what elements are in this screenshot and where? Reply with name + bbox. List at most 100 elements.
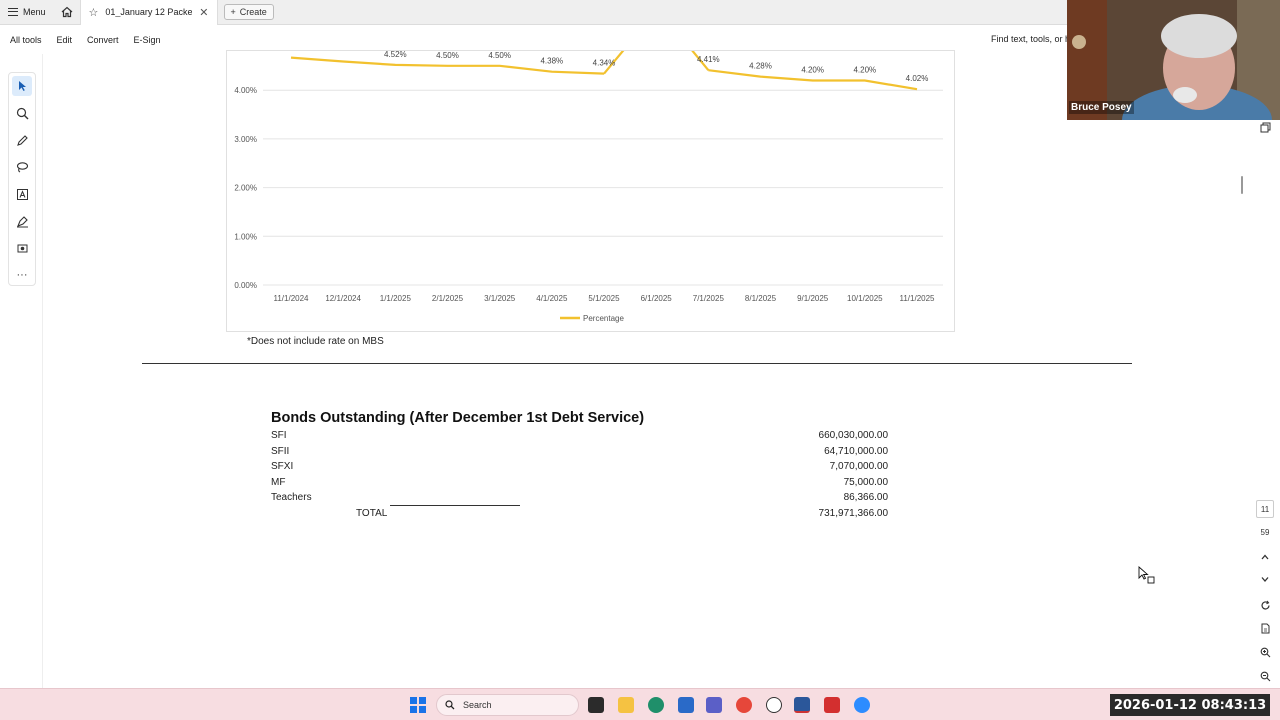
participant-video[interactable]: Bruce Posey	[1067, 0, 1280, 120]
home-icon	[61, 6, 72, 18]
teams-icon[interactable]	[706, 697, 722, 713]
edit-button[interactable]: Edit	[57, 35, 73, 45]
search-label: Search	[463, 700, 492, 710]
select-tool-button[interactable]	[12, 76, 32, 96]
bond-amount: 660,030,000.00	[818, 430, 889, 441]
y-tick-label: 1.00%	[234, 232, 257, 241]
x-tick-label: 11/1/2025	[900, 294, 936, 303]
edge-browser-icon[interactable]	[648, 697, 664, 713]
scrollbar-thumb[interactable]	[1241, 176, 1243, 194]
more-tools-button[interactable]: ···	[12, 265, 32, 285]
bond-name: SFI	[271, 430, 287, 441]
esign-button[interactable]: E-Sign	[134, 35, 161, 45]
outlook-icon[interactable]	[678, 697, 694, 713]
table-row: SFXI 7,070,000.00	[271, 459, 888, 475]
table-row: MF 75,000.00	[271, 475, 888, 491]
total-row: TOTAL 731,971,366.00	[271, 506, 888, 522]
bonds-title: Bonds Outstanding (After December 1st De…	[271, 410, 645, 426]
y-tick-label: 3.00%	[234, 135, 257, 144]
word-icon[interactable]	[794, 697, 810, 713]
scan-tool-button[interactable]	[12, 238, 32, 258]
x-tick-label: 10/1/2025	[847, 294, 883, 303]
menu-label: Menu	[23, 7, 46, 17]
x-tick-label: 12/1/2024	[325, 294, 361, 303]
windows-logo-icon	[419, 697, 426, 704]
plus-icon: +	[230, 7, 236, 17]
zoom-tool-button[interactable]	[12, 103, 32, 123]
comment-tool-button[interactable]	[12, 130, 32, 150]
x-tick-label: 7/1/2025	[693, 294, 725, 303]
windows-logo-icon	[410, 706, 417, 713]
more-icon: ···	[16, 269, 28, 281]
data-label: 4.52%	[384, 51, 407, 59]
zoom-out-icon[interactable]	[1256, 667, 1274, 685]
windows-taskbar: Search 2026-01-12 08:43:13	[0, 688, 1280, 720]
sign-tool-button[interactable]	[12, 211, 32, 231]
x-tick-label: 5/1/2025	[588, 294, 620, 303]
left-tool-rail: ···	[8, 72, 36, 286]
draw-tool-button[interactable]	[12, 157, 32, 177]
x-tick-label: 2/1/2025	[432, 294, 464, 303]
y-tick-label: 4.00%	[234, 86, 257, 95]
x-tick-label: 1/1/2025	[380, 294, 412, 303]
rate-chart: 0.00% 1.00% 2.00% 3.00% 4.00% 11/1/2024 12/1/2…	[226, 50, 955, 332]
chrome-icon[interactable]	[736, 697, 752, 713]
y-tick-label: 2.00%	[234, 184, 257, 193]
copy-icon[interactable]	[1256, 118, 1274, 136]
x-tick-label: 11/1/2024	[274, 294, 310, 303]
chevron-up-icon[interactable]	[1256, 548, 1274, 566]
document-tab[interactable]: ☆ 01_January 12 Packet D... ✕	[79, 0, 218, 25]
legend-label: Percentage	[583, 314, 624, 323]
table-row: SFI 660,030,000.00	[271, 428, 888, 444]
data-label: 4.50%	[488, 51, 511, 60]
hamburger-icon	[8, 8, 18, 16]
file-explorer-icon[interactable]	[618, 697, 634, 713]
total-pages: 59	[1260, 527, 1270, 537]
bond-amount: 7,070,000.00	[829, 461, 889, 472]
section-divider	[142, 363, 1132, 364]
data-label: 4.28%	[749, 62, 772, 71]
all-tools-button[interactable]: All tools	[10, 35, 42, 45]
find-input[interactable]: Find text, tools, or he	[991, 34, 1075, 44]
data-label: 4.38%	[540, 57, 563, 66]
y-tick-label: 0.00%	[234, 281, 257, 290]
windows-logo-icon	[410, 697, 417, 704]
home-button[interactable]	[54, 0, 80, 25]
acrobat-icon[interactable]	[824, 697, 840, 713]
create-button[interactable]: + Create	[223, 4, 274, 20]
x-tick-label: 3/1/2025	[484, 294, 516, 303]
x-tick-label: 9/1/2025	[797, 294, 829, 303]
terminal-icon[interactable]	[588, 697, 604, 713]
total-amount: 731,971,366.00	[818, 507, 889, 519]
x-tick-label: 4/1/2025	[536, 294, 568, 303]
timestamp-overlay: 2026-01-12 08:43:13	[1110, 694, 1270, 716]
line-chart: 0.00% 1.00% 2.00% 3.00% 4.00% 11/1/2024 12/1/2…	[234, 51, 943, 323]
bond-amount: 75,000.00	[843, 476, 889, 488]
create-label: Create	[239, 7, 267, 17]
tab-title: 01_January 12 Packet D...	[105, 7, 193, 17]
menu-button[interactable]: Menu	[0, 0, 54, 25]
data-label: 4.02%	[906, 74, 929, 83]
zoom-in-icon[interactable]	[1256, 643, 1274, 661]
page-icon[interactable]	[1256, 619, 1274, 637]
bonds-outstanding-table: Bonds Outstanding (After December 1st De…	[271, 410, 888, 522]
data-label: 4.20%	[801, 65, 824, 74]
star-icon[interactable]: ☆	[89, 6, 99, 19]
current-page-indicator[interactable]: 11	[1256, 500, 1274, 518]
bond-name: SFII	[271, 445, 290, 457]
refresh-icon[interactable]	[1256, 596, 1274, 614]
ring-app-icon[interactable]	[766, 697, 782, 713]
bond-name: SFXI	[271, 461, 294, 472]
chevron-down-icon[interactable]	[1256, 570, 1274, 588]
text-tool-button[interactable]	[12, 184, 32, 204]
participant-name: Bruce Posey	[1069, 101, 1134, 114]
convert-button[interactable]: Convert	[87, 35, 119, 45]
mouse-cursor-icon	[1138, 566, 1155, 584]
zoom-app-icon[interactable]	[854, 697, 870, 713]
data-label: 4.20%	[853, 65, 876, 74]
pen-icon	[16, 134, 28, 146]
taskbar-search[interactable]: Search	[436, 694, 579, 716]
close-icon[interactable]: ✕	[199, 6, 208, 19]
start-button[interactable]	[410, 697, 426, 713]
data-label: 4.34%	[593, 59, 616, 68]
